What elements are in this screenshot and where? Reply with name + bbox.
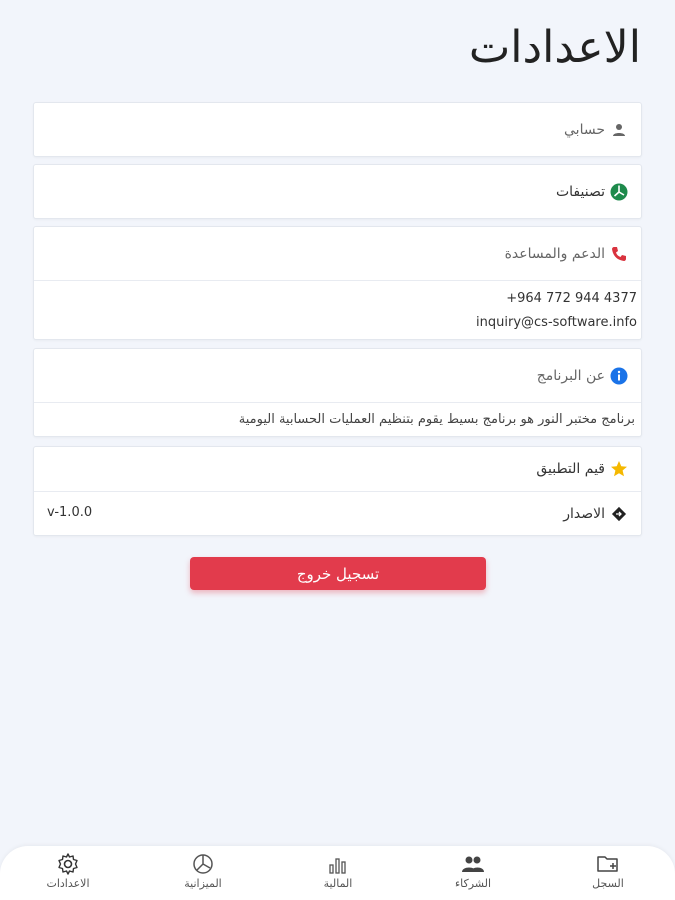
user-icon (609, 120, 629, 140)
rate-app-label: قيم التطبيق (536, 461, 605, 477)
gear-icon (55, 852, 81, 876)
version-label: الاصدار (563, 505, 605, 522)
support-label: الدعم والمساعدة (504, 245, 605, 262)
page-title: الاعدادات (468, 22, 641, 73)
account-row[interactable]: حسابي (34, 103, 641, 156)
bar-chart-icon (325, 852, 351, 876)
support-card: الدعم والمساعدة +964 772 944 4377 inquir… (33, 226, 642, 340)
account-label: حسابي (564, 121, 605, 138)
tab-label: الميزانية (184, 877, 222, 890)
account-card[interactable]: حسابي (33, 102, 642, 157)
tab-partners[interactable]: الشركاء (433, 852, 513, 890)
app-info-card: قيم التطبيق الاصدار v-1.0.0 (33, 446, 642, 536)
support-email[interactable]: inquiry@cs-software.info (444, 315, 637, 330)
about-description: برنامج مختبر النور هو برنامج بسيط يقوم ب… (238, 412, 635, 427)
star-icon (609, 459, 629, 479)
tab-settings[interactable]: الاعدادات (28, 852, 108, 890)
categories-card[interactable]: تصنيفات (33, 164, 642, 219)
tab-label: الشركاء (454, 877, 492, 890)
about-row[interactable]: عن البرنامج (34, 349, 641, 402)
version-row: الاصدار v-1.0.0 (34, 491, 641, 535)
rate-app-row[interactable]: قيم التطبيق (34, 447, 641, 491)
folder-plus-icon (595, 852, 621, 876)
tab-finance[interactable]: المالية (298, 852, 378, 890)
phone-icon (609, 244, 629, 264)
support-row[interactable]: الدعم والمساعدة (34, 227, 641, 280)
categories-label: تصنيفات (555, 183, 605, 200)
diamond-arrow-icon (609, 504, 629, 524)
users-icon (460, 852, 486, 876)
version-value: v-1.0.0 (47, 505, 93, 520)
info-icon (609, 366, 629, 386)
logout-button[interactable]: تسجيل خروج (190, 557, 486, 590)
about-label: عن البرنامج (536, 367, 605, 384)
pie-chart-icon (190, 852, 216, 876)
tab-budget[interactable]: الميزانية (163, 852, 243, 890)
bottom-tab-bar: الاعدادات الميزانية المالية الشركاء السج… (0, 846, 675, 900)
support-phone[interactable]: +964 772 944 4377 (497, 291, 637, 306)
tab-label: السجل (592, 877, 624, 890)
about-card: عن البرنامج برنامج مختبر النور هو برنامج… (33, 348, 642, 437)
categories-row[interactable]: تصنيفات (34, 165, 641, 218)
tab-label: المالية (323, 877, 353, 890)
tab-label: الاعدادات (46, 877, 90, 890)
pie-chart-icon (609, 182, 629, 202)
tab-records[interactable]: السجل (568, 852, 648, 890)
